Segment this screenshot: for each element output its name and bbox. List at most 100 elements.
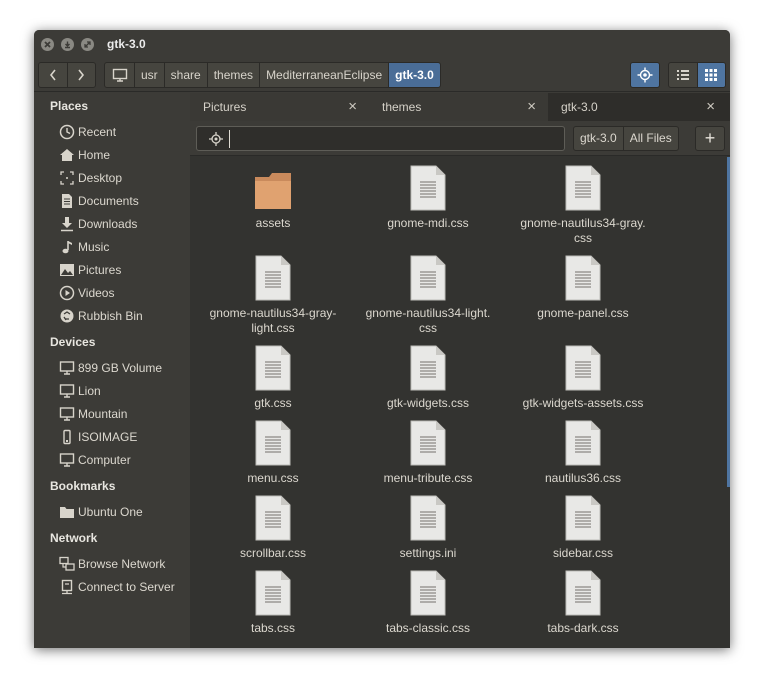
sidebar-item-label: Downloads [78,217,138,231]
tab-pictures[interactable]: Pictures × [190,93,369,121]
download-icon [58,216,76,232]
tab-themes[interactable]: themes × [369,93,548,121]
drive-icon [58,383,76,399]
tab-close-button[interactable]: × [706,93,715,121]
file-name: menu.css [247,471,299,485]
text-file-icon [255,420,291,466]
list-view-icon [676,70,689,80]
scope-all-files-button[interactable]: All Files [622,127,678,150]
sidebar-item-label: Desktop [78,171,123,185]
sidebar-item-label: Rubbish Bin [78,309,143,323]
search-bar: gtk-3.0 All Files + [190,121,730,156]
sidebar-item-music[interactable]: Music [58,237,109,257]
trash-icon [58,308,76,324]
sidebar-item-label: Ubuntu One [78,505,143,519]
close-window-button[interactable] [41,38,54,51]
maximize-window-button[interactable] [81,38,94,51]
scope-current-folder-button[interactable]: gtk-3.0 [574,127,623,150]
sidebar-item-recent[interactable]: Recent [58,122,116,142]
document-icon [58,193,76,209]
list-view-button[interactable] [669,63,697,87]
sidebar-item-downloads[interactable]: Downloads [58,214,137,234]
tab-gtk-3-0[interactable]: gtk-3.0 × [548,93,727,121]
file-name: gtk.css [254,396,292,410]
back-button[interactable] [39,63,67,87]
file-name: tabs.css [250,621,295,635]
devices-heading: Devices [50,335,96,349]
sidebar-item-ubuntu-one[interactable]: Ubuntu One [58,502,143,522]
file-name: scrollbar.css [239,546,307,560]
file-name: gtk-widgets-assets.css [522,396,644,410]
minimize-window-button[interactable] [61,38,74,51]
drive-icon [58,406,76,422]
sidebar-item-pictures[interactable]: Pictures [58,260,121,280]
text-file-icon [255,255,291,301]
breadcrumb-mediterraneaneclipse[interactable]: MediterraneanEclipse [259,63,388,87]
home-icon [58,147,76,163]
breadcrumb-gtk-3-0[interactable]: gtk-3.0 [388,63,440,87]
sidebar-item-label: Music [78,240,110,254]
computer-icon [112,68,127,82]
add-search-criteria-button[interactable]: + [695,126,725,151]
sidebar-item-desktop[interactable]: Desktop [58,168,122,188]
location-crosshair-icon [209,132,223,146]
sidebar-item-label: Pictures [78,263,122,277]
music-icon [58,239,76,255]
server-icon [58,579,76,595]
pictures-icon [58,262,76,278]
sidebar-item-label: Mountain [78,407,128,421]
sidebar-item-lion[interactable]: Lion [58,381,101,401]
sidebar-item-browse-network[interactable]: Browse Network [58,554,165,574]
file-name: nautilus36.css [544,471,622,485]
close-icon [44,41,51,48]
breadcrumb-themes[interactable]: themes [206,63,259,87]
sidebar-item-rubbish-bin[interactable]: Rubbish Bin [58,306,143,326]
tab-label: themes [382,100,422,114]
text-file-icon [565,165,601,211]
scrollbar[interactable] [727,157,730,487]
chevron-left-icon [49,69,56,81]
text-file-icon [410,495,446,541]
location-toggle-button[interactable] [630,62,660,88]
file-name: assets [255,216,291,230]
toolbar: usr share themes MediterraneanEclipse gt… [34,59,730,92]
location-crosshair-icon [637,67,653,83]
text-file-icon [410,255,446,301]
grid-view-button[interactable] [696,63,725,87]
sidebar-item-documents[interactable]: Documents [58,191,139,211]
text-file-icon [410,420,446,466]
desktop-icon [58,170,76,186]
file-name: menu-tribute.css [383,471,473,485]
file-name: tabs-classic.css [385,621,471,635]
drive-icon [58,360,76,376]
tab-close-button[interactable]: × [348,93,357,121]
text-file-icon [255,495,291,541]
search-input[interactable] [229,130,559,148]
tab-label: gtk-3.0 [561,100,598,114]
history-nav [38,62,96,88]
sidebar-item-899-gb-volume[interactable]: 899 GB Volume [58,358,162,378]
text-file-icon [410,345,446,391]
network-icon [58,556,76,572]
sidebar-item-isoimage[interactable]: ISOIMAGE [58,427,137,447]
search-box [196,126,565,151]
sidebar-item-label: Lion [78,384,101,398]
folder-icon [255,173,291,209]
sidebar-item-computer[interactable]: Computer [58,450,131,470]
sidebar-item-videos[interactable]: Videos [58,283,114,303]
clock-icon [58,124,76,140]
sidebar-item-home[interactable]: Home [58,145,110,165]
tab-label: Pictures [203,100,247,114]
sidebar-item-mountain[interactable]: Mountain [58,404,127,424]
computer-icon [58,452,76,468]
text-file-icon [255,570,291,616]
sidebar-item-connect-to-server[interactable]: Connect to Server [58,577,175,597]
forward-button[interactable] [66,63,95,87]
text-file-icon [565,495,601,541]
breadcrumb-usr[interactable]: usr [134,63,164,87]
breadcrumb-computer[interactable] [105,63,134,87]
sidebar-item-label: Videos [78,286,115,300]
file-grid: assets gnome-mdi.css gnome-nautilus34-gray… [190,157,730,648]
tab-close-button[interactable]: × [527,93,536,121]
breadcrumb-share[interactable]: share [163,63,207,87]
